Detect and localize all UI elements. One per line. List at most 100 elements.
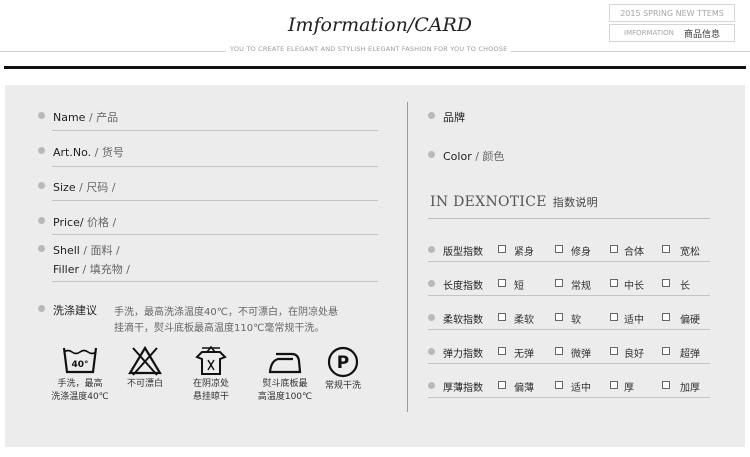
index-row-underline [428, 261, 710, 262]
index-option-checkbox[interactable] [610, 347, 618, 355]
wash-label: 洗涤建议 [53, 304, 97, 317]
index-option-checkbox[interactable] [555, 245, 563, 253]
index-option-checkbox[interactable] [610, 313, 618, 321]
index-option-label: 软 [571, 315, 581, 326]
bullet-icon [38, 112, 45, 119]
wash-temp: 40° [71, 360, 88, 370]
index-option-label: 适中 [571, 383, 591, 394]
field-size-en: Size [53, 181, 76, 194]
info-badge-cn: 商品信息 [684, 29, 721, 40]
index-option-checkbox[interactable] [498, 245, 506, 253]
index-option-label: 常规 [571, 281, 591, 292]
care-caption: 在阴凉处 [192, 379, 229, 389]
care-caption: 手洗，最高 [57, 379, 103, 389]
index-option-label: 短 [514, 281, 524, 292]
care-dry-clean: P 常规干洗 [316, 346, 370, 393]
season-badge: 2015 SPRING NEW TTEMS [609, 4, 735, 22]
bullet-icon [38, 182, 45, 189]
index-title-cn: 指数说明 [552, 196, 598, 209]
care-no-bleach: 不可漂白 [118, 346, 172, 391]
index-option-checkbox[interactable] [662, 279, 670, 287]
field-filler: Filler / 填充物 / [53, 261, 130, 277]
field-color-cn: / 颜色 [475, 150, 505, 163]
field-underline [52, 130, 378, 131]
bullet-icon [38, 147, 45, 154]
index-option-checkbox[interactable] [662, 313, 670, 321]
dry-clean-icon: P [327, 346, 359, 378]
index-option-label: 无弹 [514, 349, 534, 360]
index-option-checkbox[interactable] [610, 381, 618, 389]
care-caption: 悬挂晾干 [192, 392, 229, 402]
hang-dry-shade-icon [195, 345, 227, 375]
index-option-label: 超弹 [680, 349, 700, 360]
field-underline [52, 200, 378, 201]
index-option-checkbox[interactable] [610, 245, 618, 253]
field-color: Color / 颜色 [443, 148, 504, 164]
index-option-checkbox[interactable] [555, 279, 563, 287]
card-title: Imformation/CARD [288, 14, 473, 36]
field-name-en: Name [53, 111, 86, 124]
bullet-icon [428, 314, 435, 321]
index-option-label: 厚 [624, 383, 634, 394]
index-option-checkbox[interactable] [498, 381, 506, 389]
wash-text-line1: 手洗，最高洗涤温度40℃，不可漂白，在阴凉处悬 [114, 307, 338, 318]
info-badge-en: IMFORMATION [624, 29, 674, 37]
care-caption: 熨斗底板最 [262, 379, 308, 389]
care-caption: 高温度100℃ [257, 392, 313, 402]
index-row-underline [428, 397, 710, 398]
index-option-checkbox[interactable] [498, 347, 506, 355]
tagline: YOU TO CREATE ELEGANT AND STYLISH ELEGAN… [226, 45, 512, 53]
index-option-checkbox[interactable] [498, 313, 506, 321]
iron-icon [268, 352, 302, 374]
dry-clean-letter: P [337, 353, 349, 373]
index-row-underline [428, 363, 710, 364]
field-shell-en: Shell [53, 244, 80, 257]
index-option-label: 偏薄 [514, 383, 534, 394]
field-underline [52, 234, 378, 235]
index-option-label: 合体 [624, 247, 644, 258]
index-option-label: 加厚 [680, 383, 700, 394]
index-title: IN DEXNOTICE 指数说明 [430, 194, 598, 210]
field-underline [52, 281, 378, 282]
index-option-checkbox[interactable] [555, 347, 563, 355]
care-caption: 不可漂白 [126, 379, 163, 389]
index-option-label: 柔软 [514, 315, 534, 326]
index-option-checkbox[interactable] [498, 279, 506, 287]
index-option-checkbox[interactable] [610, 279, 618, 287]
field-name-cn: / 产品 [88, 111, 119, 124]
bullet-icon [428, 246, 435, 253]
wash-text-line2: 挂滴干，熨斗底板最高温度110℃毫常规干洗。 [114, 323, 325, 334]
index-option-checkbox[interactable] [662, 381, 670, 389]
index-row-label: 厚薄指数 [443, 383, 483, 394]
field-size: Size / 尺码 / [53, 179, 116, 195]
index-option-label: 良好 [624, 349, 644, 360]
field-name: Name / 产品 [53, 109, 118, 125]
index-option-label: 偏硬 [680, 315, 700, 326]
index-option-label: 微弹 [571, 349, 591, 360]
bullet-icon [428, 280, 435, 287]
index-option-label: 紧身 [514, 247, 534, 258]
bullet-icon [38, 245, 45, 252]
field-brand: 品牌 [443, 111, 465, 124]
index-row-label: 长度指数 [443, 281, 483, 292]
thick-rule [4, 66, 746, 69]
hand-wash-icon: 40° [62, 347, 98, 374]
index-option-label: 宽松 [680, 247, 700, 258]
index-option-label: 长 [680, 281, 690, 292]
index-option-checkbox[interactable] [555, 381, 563, 389]
field-underline [52, 166, 378, 167]
bullet-icon [428, 382, 435, 389]
index-row-underline [428, 329, 710, 330]
index-option-label: 中长 [624, 281, 644, 292]
index-option-checkbox[interactable] [555, 313, 563, 321]
index-row-label: 弹力指数 [443, 349, 483, 360]
index-option-checkbox[interactable] [662, 245, 670, 253]
bullet-icon [38, 217, 45, 224]
info-badge: IMFORMATION 商品信息 [609, 24, 735, 42]
field-size-cn: / 尺码 / [79, 181, 116, 194]
field-price-cn: 价格 / [83, 216, 117, 229]
index-option-checkbox[interactable] [662, 347, 670, 355]
care-hand-wash: 40° 手洗，最高 洗涤温度40℃ [47, 346, 113, 404]
index-row-label: 版型指数 [443, 247, 483, 258]
index-row-label: 柔软指数 [443, 315, 483, 326]
